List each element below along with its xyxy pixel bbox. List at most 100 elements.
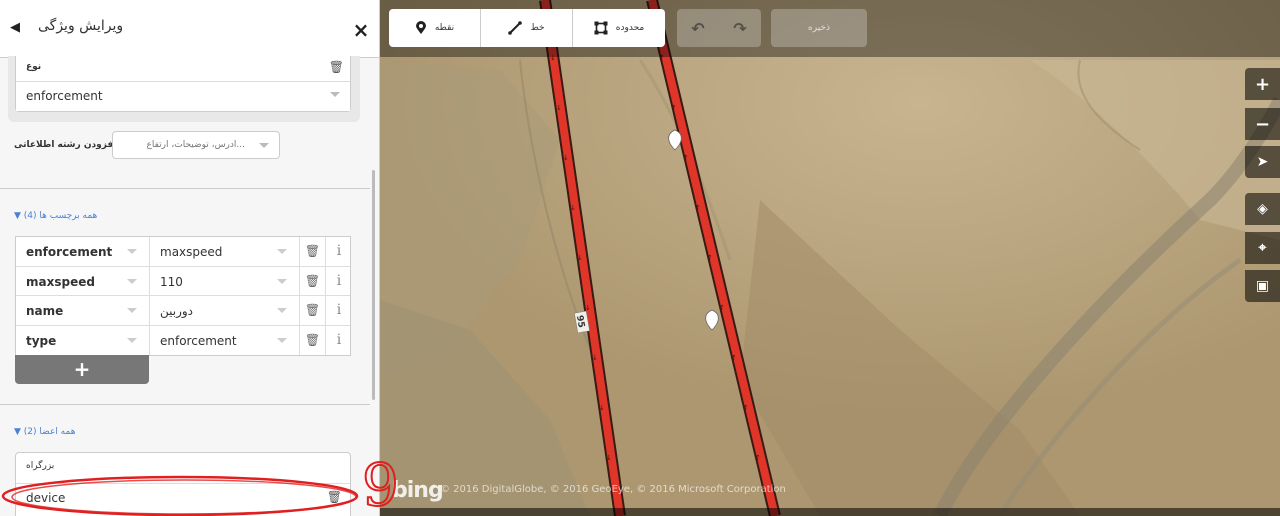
chevron-down-icon [127,308,137,313]
member-value-text: device [26,491,66,505]
inspector-sidebar: ◀ ویرایش ویژگی × نوع 🗑 enforcement :افزو… [0,0,380,516]
svg-text:↓: ↓ [577,254,583,262]
help-book-icon: ▣ [1255,278,1270,294]
svg-text:↓: ↓ [599,404,605,412]
svg-text:↑: ↑ [755,454,761,462]
all-tags-toggle[interactable]: ▼ (همه برچسب ها (4 [14,211,97,221]
trash-icon[interactable]: 🗑 [300,296,326,325]
chevron-down-icon [127,249,137,254]
svg-text:↑: ↑ [731,354,737,362]
add-point-button[interactable]: نقطه [389,9,481,47]
point-marker-icon [415,21,426,34]
svg-text:↑: ↑ [719,304,725,312]
info-icon[interactable]: i [326,296,352,325]
tag-key-text: enforcement [26,245,113,259]
tag-key-input[interactable]: maxspeed [16,266,150,295]
chevron-down-icon [277,249,287,254]
info-icon[interactable]: i [326,326,352,356]
line-icon [508,21,523,35]
svg-text:↑: ↑ [707,254,713,262]
trash-icon[interactable]: 🗑 [327,490,342,504]
tag-key-input[interactable]: name [16,296,150,325]
area-label: محدوده [615,23,645,33]
back-arrow-icon[interactable]: ◀ [10,20,20,35]
point-label: نقطه [434,23,455,33]
background-layers-button[interactable]: ◈ [1245,193,1280,225]
member-link[interactable]: device [16,483,350,513]
trash-icon[interactable]: 🗑 [329,60,344,74]
geolocate-button[interactable]: ➤ [1245,146,1280,178]
svg-text:↑: ↑ [695,204,701,212]
tag-value-input[interactable]: maxspeed [150,237,300,266]
add-field-combo[interactable] [112,131,280,159]
undo-button[interactable]: ↶ [677,9,719,47]
chevron-down-icon [277,337,287,343]
plus-icon: + [1254,73,1271,95]
table-row: maxspeed 110 🗑 i [16,266,352,296]
trash-icon[interactable]: 🗑 [300,266,326,295]
svg-text:↓: ↓ [556,104,562,112]
info-icon[interactable]: i [326,237,352,266]
svg-text:↓: ↓ [592,354,598,362]
save-button[interactable]: ذخیره [771,9,867,47]
svg-text:↓: ↓ [563,154,569,162]
imagery-attribution: © 2016 DigitalGlobe, © 2016 GeoEye, © 20… [440,484,786,495]
tag-value-text: maxspeed [160,245,223,259]
svg-text:↓: ↓ [585,304,591,312]
trash-icon[interactable]: 🗑 [300,237,326,266]
top-toolbar: نقطه خط محدوده ↶ ↷ ذخیره [380,0,1280,57]
close-button[interactable]: × [350,19,372,41]
all-members-toggle[interactable]: ▼ (همه اعضا (2 [14,427,75,437]
bing-logo: bing [392,478,444,503]
svg-text:↑: ↑ [683,154,689,162]
table-row: name دوربین 🗑 i [16,296,350,326]
tag-value-text: enforcement [160,333,237,348]
sidebar-header: ◀ ویرایش ویژگی × [0,0,379,58]
type-field-label: نوع [26,62,42,72]
divider [0,188,370,189]
zoom-in-button[interactable]: + [1245,68,1280,100]
area-icon [594,21,608,35]
chevron-down-icon [259,143,269,148]
add-tag-button[interactable]: + [15,355,149,384]
add-field-label: :افزودن رشته اطلاعاتی [14,140,120,150]
minus-icon: − [1254,113,1271,135]
satellite-imagery: ↓↓↓ ↓↓↓ ↓↓↓ ↑↑↑ ↑↑↑ ↑↑↑ 95 [380,0,1280,516]
tag-key-input[interactable]: enforcement [16,237,150,266]
add-line-button[interactable]: خط [481,9,573,47]
trash-icon[interactable]: 🗑 [300,325,326,355]
map-data-button[interactable]: ⌖ [1245,232,1280,264]
table-row: enforcement maxspeed 🗑 i [16,237,350,267]
help-button[interactable]: ▣ [1245,270,1280,302]
location-arrow-icon: ➤ [1256,154,1269,170]
map-view[interactable]: ↓ ↓ ↓ ↓ ↓ ↓ ↓ ↓ ↓ ↑ ↑ ↑ ↑ ↑ ↑ ↑ ↑ ↑ 95 نقطه خط [380,0,1280,516]
redo-icon: ↷ [733,18,747,38]
chevron-down-icon [277,278,287,284]
chevron-down-icon [127,337,137,343]
tag-value-input[interactable]: دوربین [150,296,300,325]
tag-key-input[interactable]: type [16,325,150,355]
tag-key-text: maxspeed [26,274,95,289]
type-combo[interactable]: enforcement [16,81,350,111]
tag-editor: enforcement maxspeed 🗑 i maxspeed 110 🗑 … [15,236,351,356]
svg-text:↓: ↓ [570,204,576,212]
table-row: type enforcement 🗑 i [16,325,352,356]
member-item: بزرگراه device 🗑 [15,452,351,516]
undo-icon: ↶ [691,18,705,38]
info-icon[interactable]: i [326,267,352,296]
tag-value-input[interactable]: 110 [150,266,300,295]
redo-button[interactable]: ↷ [719,9,761,47]
svg-text:↓: ↓ [606,454,612,462]
sidebar-scrollbar[interactable] [372,170,375,400]
tag-value-text: 110 [160,274,183,289]
tag-value-text: دوربین [160,304,194,318]
zoom-out-button[interactable]: − [1245,108,1280,140]
tag-value-input[interactable]: enforcement [150,325,300,355]
add-field-input[interactable] [113,132,253,158]
add-area-button[interactable]: محدوده [573,9,665,47]
chevron-down-icon [127,278,137,284]
map-data-icon: ⌖ [1258,240,1267,256]
map-footer [380,508,1280,516]
layers-icon: ◈ [1257,201,1268,217]
svg-text:↑: ↑ [743,404,749,412]
